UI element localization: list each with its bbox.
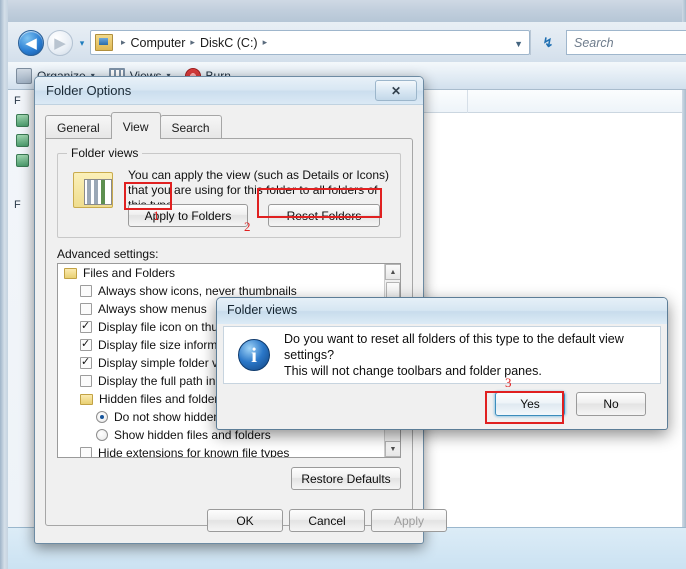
drive-icon[interactable] [16, 114, 29, 127]
back-button[interactable]: ◀ [18, 30, 44, 56]
scroll-up-icon[interactable]: ▲ [385, 264, 400, 280]
search-input[interactable]: Search [566, 30, 686, 55]
advanced-settings-label: Advanced settings: [57, 247, 159, 261]
address-bar[interactable]: ▸ Computer ▸ DiskC (C:) ▸ ▼ [90, 30, 530, 55]
advanced-setting-label: Always show icons, never thumbnails [98, 284, 297, 298]
advanced-setting-label: Files and Folders [83, 266, 176, 280]
advanced-setting-row[interactable]: Hide extensions for known file types [58, 444, 400, 458]
column-header-extra[interactable] [468, 90, 682, 113]
drive-icon[interactable] [16, 154, 29, 167]
checkbox-unchecked[interactable] [80, 375, 92, 387]
folder-options-tabstrip: General View Search [45, 112, 222, 139]
window-title-bar [0, 0, 686, 22]
folder-views-title: Folder views [227, 303, 298, 317]
information-icon: i [238, 339, 270, 371]
folder-icon [80, 393, 93, 405]
chevron-down-icon[interactable]: ▼ [514, 39, 523, 49]
folder-views-group: Folder views You can apply the view (suc… [57, 146, 401, 238]
advanced-setting-label: Hidden files and folders [99, 392, 225, 406]
close-icon[interactable]: ✕ [375, 80, 417, 101]
breadcrumb-separator-1: ▸ [190, 37, 195, 47]
message-line-2: This will not change toolbars and folder… [284, 364, 542, 378]
computer-icon [95, 34, 113, 51]
ok-button[interactable]: OK [207, 509, 283, 532]
window-frame-left [0, 0, 8, 569]
tab-view[interactable]: View [110, 112, 161, 139]
folder-options-title: Folder Options [46, 83, 132, 98]
tab-general[interactable]: General [45, 115, 112, 139]
apply-to-folders-button[interactable]: Apply to Folders [128, 204, 248, 227]
apply-button: Apply [371, 509, 447, 532]
folder-views-title-bar[interactable]: Folder views [217, 298, 667, 324]
breadcrumb-diskc[interactable]: DiskC (C:) [200, 36, 258, 50]
cancel-button[interactable]: Cancel [289, 509, 365, 532]
folder-view-icon [73, 172, 113, 208]
tab-search[interactable]: Search [159, 115, 222, 139]
yes-button[interactable]: Yes [495, 392, 565, 416]
back-arrow-icon: ◀ [25, 34, 37, 52]
checkbox-unchecked[interactable] [80, 285, 92, 297]
search-placeholder: Search [574, 35, 614, 50]
scroll-down-icon[interactable]: ▼ [385, 441, 400, 457]
checkbox-checked[interactable] [80, 355, 92, 369]
refresh-icon[interactable]: ↯ [535, 30, 561, 55]
checkbox-unchecked[interactable] [80, 447, 92, 457]
breadcrumb-computer[interactable]: Computer [131, 36, 186, 50]
folder-views-footer: Yes No [223, 386, 661, 424]
folder-views-message: Do you want to reset all folders of this… [284, 331, 660, 379]
annotation-number-3: 3 [505, 375, 512, 390]
annotation-number-1: 1 [153, 208, 160, 223]
organize-icon [16, 67, 32, 84]
advanced-setting-label: Hide extensions for known file types [98, 446, 290, 458]
annotation-number-2: 2 [244, 219, 251, 234]
checkbox-checked[interactable] [80, 319, 92, 333]
breadcrumb-separator-2: ▸ [262, 37, 268, 47]
folder-views-confirm-dialog: Folder views i Do you want to reset all … [216, 297, 668, 430]
checkbox-unchecked[interactable] [80, 303, 92, 315]
advanced-setting-row[interactable]: Files and Folders [58, 264, 400, 282]
checkbox-checked[interactable] [80, 337, 92, 351]
folder-views-message-area: i Do you want to reset all folders of th… [223, 326, 661, 384]
advanced-setting-label: Show hidden files and folders [114, 428, 271, 442]
history-dropdown-button[interactable]: ▾ [76, 38, 88, 48]
folder-views-group-label: Folder views [67, 146, 143, 160]
address-divider [530, 30, 531, 55]
folder-icon [64, 267, 77, 279]
reset-folders-button[interactable]: Reset Folders [268, 204, 380, 227]
drive-icon[interactable] [16, 134, 29, 147]
folder-options-title-bar[interactable]: Folder Options ✕ [35, 77, 423, 105]
radio-unselected[interactable] [96, 429, 108, 441]
advanced-setting-label: Always show menus [98, 302, 207, 316]
no-button[interactable]: No [576, 392, 646, 416]
radio-selected[interactable] [96, 411, 108, 423]
message-line-1: Do you want to reset all folders of this… [284, 332, 624, 362]
forward-button[interactable]: ▶ [47, 30, 73, 56]
address-bar-row: ◀ ▶ ▾ ▸ Computer ▸ DiskC (C:) ▸ ▼ ↯ Sear… [8, 22, 686, 62]
restore-defaults-button[interactable]: Restore Defaults [291, 467, 401, 490]
folder-options-footer: OK Cancel Apply [35, 509, 447, 533]
forward-arrow-icon: ▶ [54, 34, 66, 52]
breadcrumb-separator-0: ▸ [121, 37, 126, 47]
